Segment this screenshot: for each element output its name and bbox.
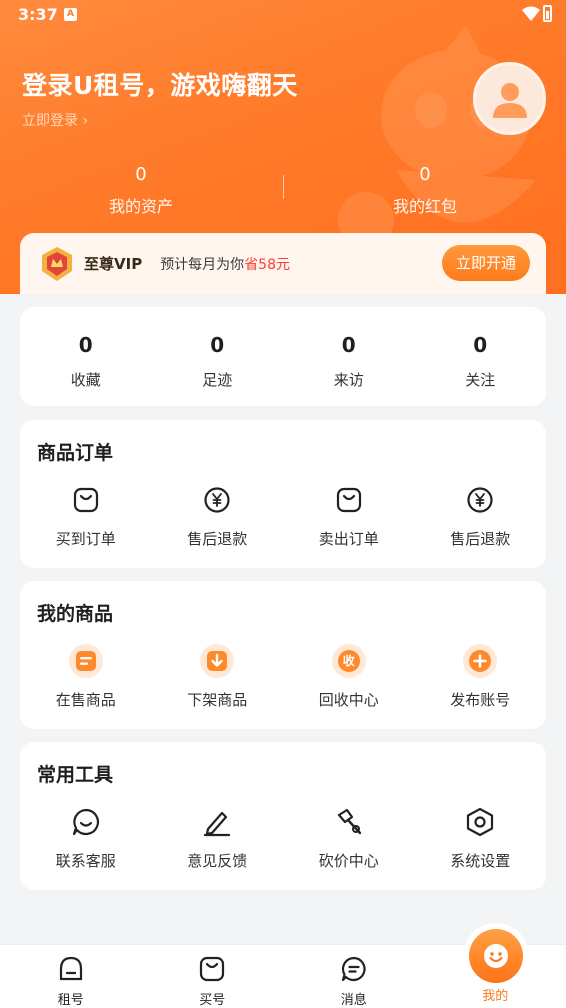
orders-card: 商品订单 买到订单 售后退款 卖出订单 售后退款 — [20, 420, 546, 568]
axe-icon — [331, 804, 367, 840]
tool-label: 砍价中心 — [318, 852, 379, 870]
goods-label: 下架商品 — [187, 691, 248, 709]
stat-favorites[interactable]: 0 收藏 — [20, 307, 152, 406]
list-icon — [68, 643, 104, 679]
order-label: 卖出订单 — [318, 530, 379, 548]
stat-visitors[interactable]: 0 来访 — [283, 307, 415, 406]
tab-label: 租号 — [57, 993, 84, 1008]
wifi-icon — [522, 6, 540, 21]
red-packet-label: 我的红包 — [392, 197, 457, 216]
recycle-glyph: 收 — [342, 654, 355, 668]
assets-label: 我的资产 — [108, 197, 173, 216]
vip-desc-text: 预计每月为你 — [160, 256, 245, 273]
my-goods-card: 我的商品 在售商品 下架商品 收 回收中心 发布账号 — [20, 581, 546, 729]
buy-icon — [198, 955, 226, 987]
stats-card: 0 收藏 0 足迹 0 来访 0 关注 — [20, 307, 546, 406]
mine-icon — [469, 929, 523, 983]
pen-icon — [199, 804, 235, 840]
tool-label: 联系客服 — [55, 852, 116, 870]
my-assets[interactable]: 0 我的资产 — [41, 164, 241, 217]
tool-label: 系统设置 — [450, 852, 511, 870]
rent-icon — [57, 955, 85, 987]
stat-value: 0 — [473, 333, 488, 357]
avatar[interactable] — [473, 62, 546, 135]
vip-banner[interactable]: 至尊VIP 预计每月为你省58元 立即开通 — [20, 233, 546, 294]
tools-card: 常用工具 联系客服 意见反馈 砍价中心 系统设置 — [20, 742, 546, 890]
stat-following[interactable]: 0 关注 — [415, 307, 547, 406]
order-label: 售后退款 — [187, 530, 248, 548]
stat-value: 0 — [341, 333, 356, 357]
yen-icon — [199, 482, 235, 518]
vip-description: 预计每月为你省58元 — [160, 254, 290, 274]
goods-publish-account[interactable]: 发布账号 — [415, 643, 547, 710]
order-label: 售后退款 — [450, 530, 511, 548]
order-sold[interactable]: 卖出订单 — [283, 482, 415, 549]
stat-label: 足迹 — [202, 371, 233, 389]
order-label: 买到订单 — [55, 530, 116, 548]
stat-value: 0 — [78, 333, 93, 357]
mine-active-bubble[interactable] — [463, 923, 529, 989]
user-avatar-icon — [492, 82, 527, 118]
vip-title: 至尊VIP — [84, 255, 143, 273]
chat-icon — [68, 804, 104, 840]
login-link[interactable]: 立即登录 › — [22, 110, 88, 130]
hexagon-settings-icon — [462, 804, 498, 840]
order-refund-buyer[interactable]: 售后退款 — [152, 482, 284, 549]
stat-label: 来访 — [333, 371, 364, 389]
stat-footprints[interactable]: 0 足迹 — [152, 307, 284, 406]
section-title: 我的商品 — [37, 603, 114, 625]
bag-icon — [68, 482, 104, 518]
stat-value: 0 — [210, 333, 225, 357]
my-red-packets[interactable]: 0 我的红包 — [325, 164, 525, 217]
order-refund-seller[interactable]: 售后退款 — [415, 482, 547, 549]
tab-buy[interactable]: 买号 — [142, 945, 284, 1008]
assets-value: 0 — [135, 164, 147, 185]
vip-open-button[interactable]: 立即开通 — [442, 245, 530, 281]
stat-label: 收藏 — [70, 371, 101, 389]
bag-icon — [331, 482, 367, 518]
stat-label: 关注 — [465, 371, 496, 389]
tab-rent[interactable]: 租号 — [0, 945, 142, 1008]
goods-recycle-center[interactable]: 收 回收中心 — [283, 643, 415, 710]
download-icon — [199, 643, 235, 679]
goods-label: 发布账号 — [450, 691, 511, 709]
goods-label: 在售商品 — [55, 691, 116, 709]
tab-label: 买号 — [199, 993, 226, 1008]
plus-icon — [462, 643, 498, 679]
status-time: 3:37 — [18, 5, 58, 24]
tool-bargain-center[interactable]: 砍价中心 — [283, 804, 415, 871]
yen-icon — [462, 482, 498, 518]
red-packet-value: 0 — [419, 164, 431, 185]
login-title[interactable]: 登录U租号，游戏嗨翻天 — [22, 66, 298, 102]
goods-on-sale[interactable]: 在售商品 — [20, 643, 152, 710]
message-icon — [340, 955, 368, 987]
status-bar: 3:37 A — [0, 0, 566, 30]
tab-messages[interactable]: 消息 — [283, 945, 425, 1008]
tool-label: 意见反馈 — [187, 852, 248, 870]
goods-label: 回收中心 — [318, 691, 379, 709]
battery-icon — [543, 5, 552, 22]
section-title: 商品订单 — [37, 442, 114, 464]
vip-badge-icon — [42, 246, 72, 281]
vip-save-amount: 省58元 — [244, 256, 291, 273]
goods-off-shelf[interactable]: 下架商品 — [152, 643, 284, 710]
tool-system-settings[interactable]: 系统设置 — [415, 804, 547, 871]
assets-divider — [283, 175, 284, 199]
section-title: 常用工具 — [37, 764, 114, 786]
notification-icon: A — [64, 8, 77, 21]
tab-label: 消息 — [340, 993, 367, 1008]
tool-customer-service[interactable]: 联系客服 — [20, 804, 152, 871]
recycle-icon: 收 — [331, 643, 367, 679]
order-bought[interactable]: 买到订单 — [20, 482, 152, 549]
tool-feedback[interactable]: 意见反馈 — [152, 804, 284, 871]
